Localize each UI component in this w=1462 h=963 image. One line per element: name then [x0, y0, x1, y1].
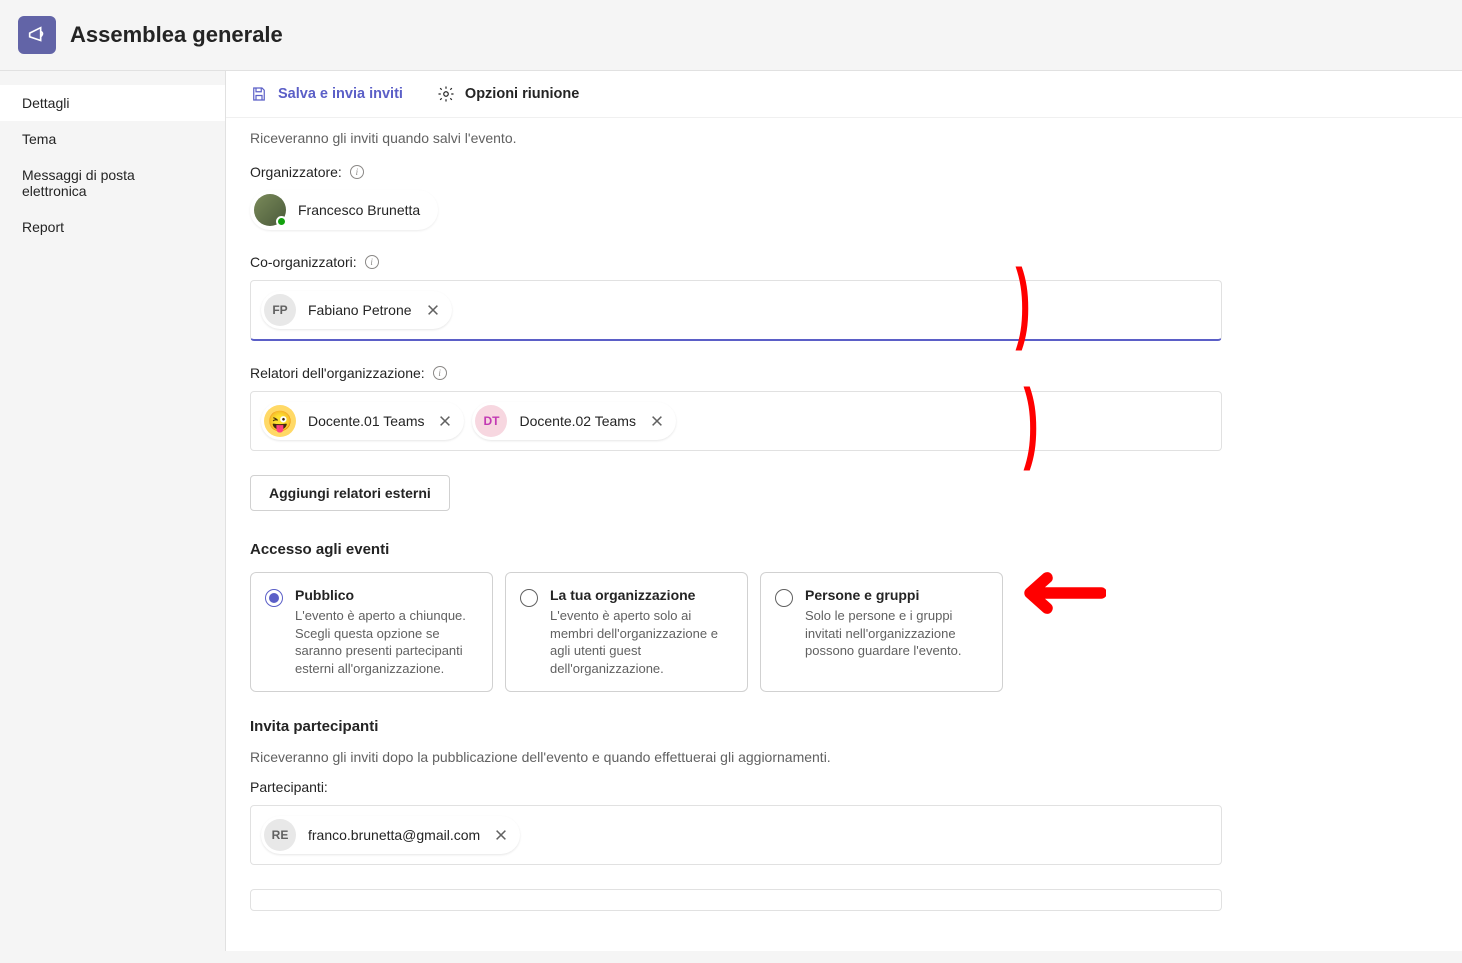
invite-info-text: Riceveranno gli inviti quando salvi l'ev…: [250, 130, 1222, 146]
presence-available-icon: [276, 216, 287, 227]
organizer-label: Organizzatore: i: [250, 164, 1222, 180]
close-icon: [494, 828, 508, 842]
sidebar-item-messaggi[interactable]: Messaggi di posta elettronica: [0, 157, 225, 209]
person-chip: RE franco.brunetta@gmail.com: [261, 816, 520, 854]
avatar: RE: [264, 819, 296, 851]
info-icon[interactable]: i: [365, 255, 379, 269]
access-option-org[interactable]: La tua organizzazione L'evento è aperto …: [505, 572, 748, 692]
person-name: franco.brunetta@gmail.com: [308, 827, 480, 843]
info-icon[interactable]: i: [433, 366, 447, 380]
access-title: Accesso agli eventi: [250, 541, 1222, 558]
toolbar: Salva e invia inviti Opzioni riunione: [226, 71, 1462, 118]
radio-icon: [265, 589, 283, 607]
remove-person-button[interactable]: [436, 412, 454, 430]
avatar: FP: [264, 294, 296, 326]
meeting-options-label: Opzioni riunione: [465, 86, 579, 102]
sidebar: Dettagli Tema Messaggi di posta elettron…: [0, 71, 225, 951]
presenters-input[interactable]: 😜 Docente.01 Teams DT Docente.02 Teams: [250, 391, 1222, 451]
close-icon: [438, 414, 452, 428]
extra-input[interactable]: [250, 889, 1222, 911]
person-name: Fabiano Petrone: [308, 302, 412, 318]
gear-icon: [437, 85, 455, 103]
organizer-name: Francesco Brunetta: [298, 202, 420, 218]
presenters-label: Relatori dell'organizzazione: i: [250, 365, 1222, 381]
close-icon: [650, 414, 664, 428]
person-name: Docente.02 Teams: [519, 413, 635, 429]
sidebar-item-dettagli[interactable]: Dettagli: [0, 85, 225, 121]
remove-person-button[interactable]: [492, 826, 510, 844]
megaphone-icon: [18, 16, 56, 54]
sidebar-item-report[interactable]: Report: [0, 209, 225, 245]
access-option-groups[interactable]: Persone e gruppi Solo le persone e i gru…: [760, 572, 1003, 692]
organizer-chip: Francesco Brunetta: [250, 190, 438, 230]
person-name: Docente.01 Teams: [308, 413, 424, 429]
participants-input[interactable]: RE franco.brunetta@gmail.com: [250, 805, 1222, 865]
invite-participants-sub: Riceveranno gli inviti dopo la pubblicaz…: [250, 749, 1222, 765]
radio-icon: [520, 589, 538, 607]
person-chip: FP Fabiano Petrone: [261, 291, 452, 329]
invite-participants-title: Invita partecipanti: [250, 718, 1222, 735]
info-icon[interactable]: i: [350, 165, 364, 179]
coorganizers-label: Co-organizzatori: i: [250, 254, 1222, 270]
avatar: 😜: [264, 405, 296, 437]
save-button[interactable]: Salva e invia inviti: [250, 85, 403, 103]
participants-label: Partecipanti:: [250, 779, 1222, 795]
page-header: Assemblea generale: [0, 0, 1462, 71]
radio-icon: [775, 589, 793, 607]
access-radio-group: Pubblico L'evento è aperto a chiunque. S…: [250, 572, 1222, 692]
sidebar-item-tema[interactable]: Tema: [0, 121, 225, 157]
remove-person-button[interactable]: [648, 412, 666, 430]
meeting-options-button[interactable]: Opzioni riunione: [437, 85, 579, 103]
save-icon: [250, 85, 268, 103]
avatar: DT: [475, 405, 507, 437]
access-option-public[interactable]: Pubblico L'evento è aperto a chiunque. S…: [250, 572, 493, 692]
add-external-presenters-button[interactable]: Aggiungi relatori esterni: [250, 475, 450, 511]
avatar: [254, 194, 286, 226]
person-chip: 😜 Docente.01 Teams: [261, 402, 464, 440]
remove-person-button[interactable]: [424, 301, 442, 319]
close-icon: [426, 303, 440, 317]
person-chip: DT Docente.02 Teams: [472, 402, 675, 440]
coorganizers-input[interactable]: FP Fabiano Petrone: [250, 280, 1222, 341]
page-title: Assemblea generale: [70, 22, 283, 48]
save-button-label: Salva e invia inviti: [278, 86, 403, 102]
main-panel: Salva e invia inviti Opzioni riunione Ri…: [225, 71, 1462, 951]
